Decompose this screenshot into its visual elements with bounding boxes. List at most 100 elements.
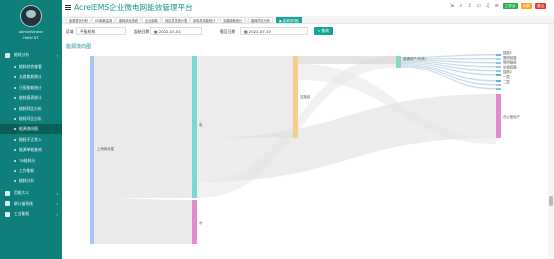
bullet-icon <box>14 66 16 68</box>
sidebar-item-9[interactable]: 能源单耗查询 <box>0 145 62 155</box>
tab-3[interactable]: 企业能耗 <box>142 17 161 23</box>
sankey-leaf-label-1: 照明回路 <box>503 55 517 60</box>
sidebar-item-1[interactable]: 能耗综合查看 <box>0 62 62 72</box>
sidebar-item-label: 日报能耗统计 <box>19 84 42 90</box>
sankey-leaf-node-2[interactable] <box>496 62 501 64</box>
scrollbar-track[interactable] <box>548 24 554 259</box>
sankey-leaf-label-4: 插座2 <box>503 69 512 74</box>
sankey-leaf-label-6: 二层 <box>503 79 510 84</box>
region-label: 区域 <box>66 29 74 34</box>
sidebar-item-8[interactable]: 能耗不正常入 <box>0 135 62 145</box>
sankey-node-5[interactable] <box>496 94 501 138</box>
sankey-leaf-label-0: 插座1 <box>503 50 512 55</box>
user-role: Hefei NT <box>23 36 39 40</box>
sidebar-item-14[interactable]: 碳计量系统 › <box>0 199 62 209</box>
tab-6[interactable]: 支路能耗统计 <box>220 17 246 23</box>
region-input[interactable]: 平板机构 <box>76 27 126 35</box>
bell-icon[interactable]: ♫ <box>485 3 491 9</box>
layers-icon[interactable]: ≡ <box>494 3 500 9</box>
avatar[interactable] <box>20 5 42 27</box>
sidebar-item-label: 能耗分析 <box>14 52 30 57</box>
sidebar-item-label: TB能耗分 <box>19 157 36 163</box>
sankey-label-4: 普通用户(负荷) <box>403 56 427 61</box>
sidebar-item-12[interactable]: 能耗分析 <box>0 176 62 186</box>
sankey-label-5: 办公室用户 <box>503 114 520 119</box>
sidebar-item-label: 能源流向图 <box>19 126 38 132</box>
sankey-leaf-node-7[interactable] <box>496 84 501 86</box>
sidebar-item-4[interactable]: 能耗报表统计 <box>0 93 62 103</box>
sidebar-item-13[interactable]: 用能大斗 › <box>0 188 62 198</box>
screen-badge[interactable]: 大屏 <box>520 3 532 9</box>
sankey-link-leaf-7[interactable] <box>401 65 496 86</box>
filter-bar: 区域 平板机构 起始日期 ▦ 2022-07-01 截至日期 ▦ 2022-07… <box>62 26 554 38</box>
bullet-icon <box>14 118 16 120</box>
tab-5[interactable]: 用电总用能统计 <box>190 17 219 23</box>
end-date-input[interactable]: ▦ 2022-07-10 <box>240 27 308 35</box>
sankey-link-electric-branch[interactable] <box>197 56 293 138</box>
sankey-leaf-node-0[interactable] <box>496 54 501 56</box>
app-window: { "app": {"title": "AcrelEMS企业微电网能效管理平台"… <box>0 0 554 259</box>
search-icon[interactable]: ⌕ <box>458 3 464 9</box>
workbench-badge[interactable]: 工作台 <box>502 3 518 9</box>
sidebar-item-0[interactable]: 能耗分析 › <box>0 50 62 60</box>
sidebar-item-15[interactable]: 工业能耗 › <box>0 209 62 219</box>
sidebar-item-2[interactable]: 支路能耗统计 <box>0 72 62 82</box>
sidebar-item-11[interactable]: 工作能耗 <box>0 166 62 176</box>
sankey-node-0[interactable] <box>90 56 94 244</box>
sidebar-item-3[interactable]: 日报能耗统计 <box>0 83 62 93</box>
sankey-node-2[interactable] <box>192 200 197 244</box>
sankey-leaf-node-4[interactable] <box>496 70 501 72</box>
sankey-leaf-label-3: 空调回路 <box>503 64 517 69</box>
menu-group-icon <box>5 211 10 217</box>
end-date-value: 2022-07-10 <box>248 29 271 34</box>
sankey-leaf-node-1[interactable] <box>496 58 501 60</box>
bullet-icon <box>14 86 16 89</box>
tab-7[interactable]: 能耗同比分析 <box>248 17 274 23</box>
query-button[interactable]: ⌕ 查询 <box>314 27 333 35</box>
tab-0[interactable]: 能源首页分析 <box>66 17 92 23</box>
tab-4[interactable]: 场区总览统计表 <box>162 17 191 23</box>
bullet-icon <box>14 159 16 162</box>
sankey-leaf-node-5[interactable] <box>496 74 501 76</box>
sankey-node-1[interactable] <box>192 56 197 198</box>
scrollbar-thumb[interactable] <box>549 196 553 206</box>
sidebar-item-10[interactable]: TB能耗分 <box>0 156 62 166</box>
sidebar-item-label: 能耗同比分析 <box>19 105 42 111</box>
end-date-label: 截至日期 <box>220 29 236 34</box>
sidebar-item-7[interactable]: 能源流向图 <box>0 124 62 135</box>
bullet-icon <box>14 149 16 152</box>
sankey-leaf-label-2: 照明插座 <box>503 60 517 65</box>
sidebar-item-label: 能耗分析 <box>19 178 35 184</box>
menu-icon[interactable] <box>65 5 71 10</box>
sankey-node-3[interactable] <box>293 56 298 138</box>
sidebar-item-label: 能耗报表统计 <box>19 95 42 101</box>
sankey-link-main-water[interactable] <box>94 198 192 244</box>
sankey-link-branch-user[interactable] <box>298 56 396 64</box>
sound-icon[interactable]: ♪ <box>467 3 473 9</box>
compress-icon[interactable]: ⇲ <box>449 3 455 9</box>
chevron-icon: › <box>56 211 58 217</box>
sidebar-item-label: 能源单耗查询 <box>19 147 42 153</box>
sidebar-item-label: 能耗综合查看 <box>19 64 42 69</box>
sidebar-item-label: 支路能耗统计 <box>19 74 42 80</box>
sidebar-item-label: 用能大斗 <box>14 190 30 196</box>
top-bar: AcrelEMS企业微电网能效管理平台 ⇲ ⌕ ♪ ▭ ♫ ≡ 工作台 大屏 退… <box>62 0 554 16</box>
sankey-node-4[interactable] <box>396 56 401 68</box>
sidebar-item-6[interactable]: 能耗环比分析 <box>0 114 62 124</box>
sankey-leaf-node-6[interactable] <box>496 80 501 82</box>
tab-1[interactable]: DS能耗监测 <box>92 17 116 23</box>
tab-2[interactable]: 能耗综合查看 <box>116 17 142 23</box>
section-title: 能源流向图 <box>66 44 92 50</box>
logout-badge[interactable]: 退出 <box>534 3 546 9</box>
query-label: 查询 <box>321 28 329 33</box>
screen-icon[interactable]: ▭ <box>476 3 482 9</box>
sankey-label-3: 支路组 <box>300 94 311 99</box>
sankey-leaf-node-8[interactable] <box>496 88 501 90</box>
bullet-icon <box>14 180 16 183</box>
tab-8[interactable]: ● 能源流向图 <box>276 17 302 23</box>
sidebar: administrator Hefei NT 能耗分析 › 能耗综合查看 支路能耗统计… <box>0 0 62 259</box>
sidebar-item-5[interactable]: 能耗同比分析 <box>0 104 62 114</box>
sankey-link-main-electric[interactable] <box>94 56 192 198</box>
sankey-leaf-node-3[interactable] <box>496 66 501 68</box>
start-date-input[interactable]: ▦ 2022-07-01 <box>150 27 202 35</box>
